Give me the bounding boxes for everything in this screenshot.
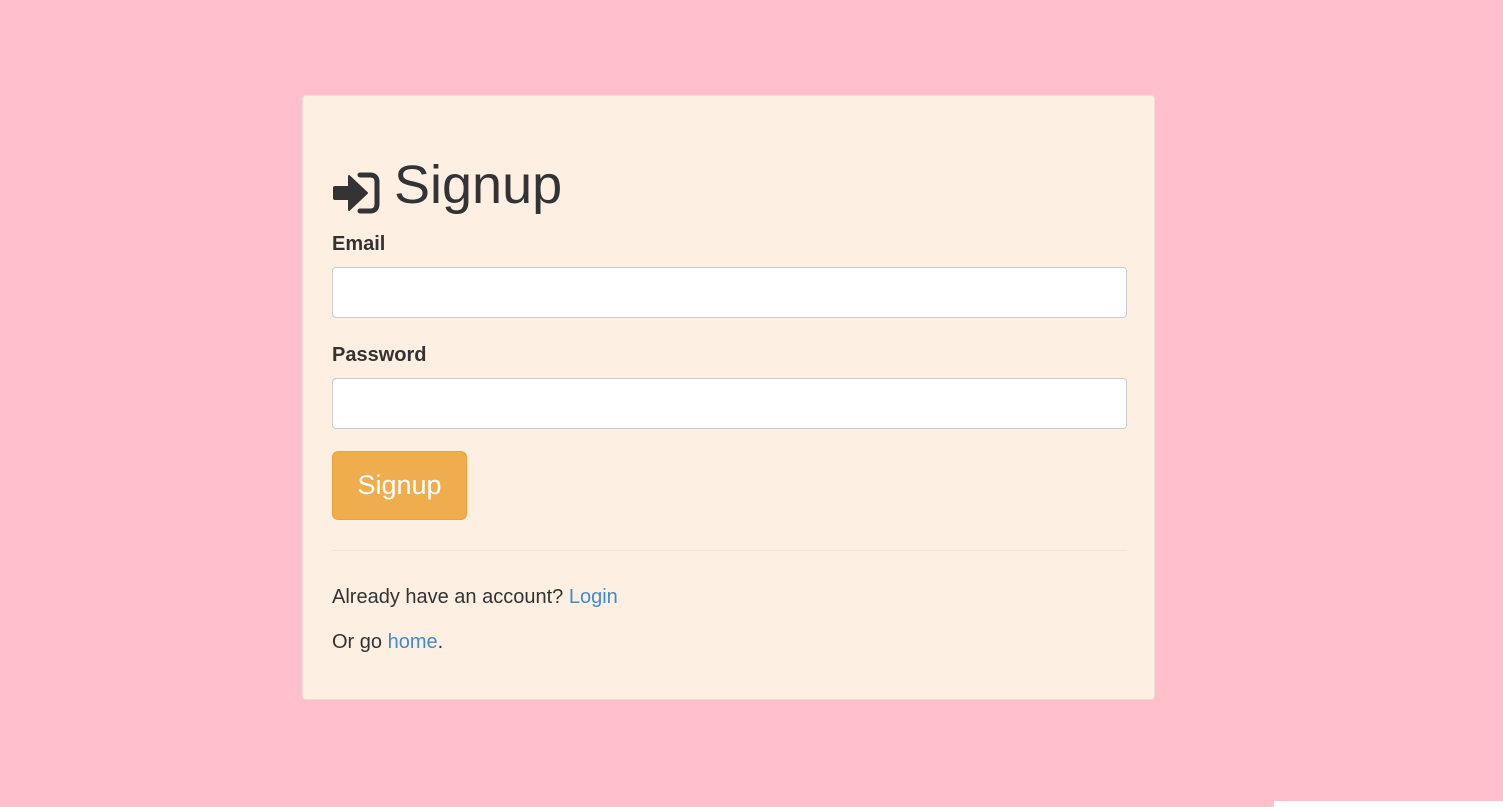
corner-patch	[1274, 801, 1503, 807]
signup-card: Signup Email Password Signup Already hav…	[302, 95, 1155, 700]
divider	[332, 550, 1127, 551]
home-prompt-text: Or go	[332, 631, 383, 653]
login-prompt-line: Already have an account? Login	[332, 585, 618, 609]
login-prompt-text: Already have an account?	[332, 586, 564, 608]
password-label: Password	[332, 344, 427, 366]
home-prompt-line: Or go home.	[332, 630, 443, 654]
page-title: Signup	[332, 153, 562, 217]
sign-in-icon	[332, 164, 380, 214]
home-link[interactable]: home	[388, 631, 438, 653]
password-field[interactable]	[332, 378, 1127, 429]
login-link[interactable]: Login	[569, 586, 618, 608]
email-field[interactable]	[332, 267, 1127, 318]
page-title-text: Signup	[394, 155, 563, 215]
email-label: Email	[332, 233, 386, 255]
signup-button[interactable]: Signup	[332, 451, 467, 520]
home-suffix: .	[437, 631, 444, 653]
